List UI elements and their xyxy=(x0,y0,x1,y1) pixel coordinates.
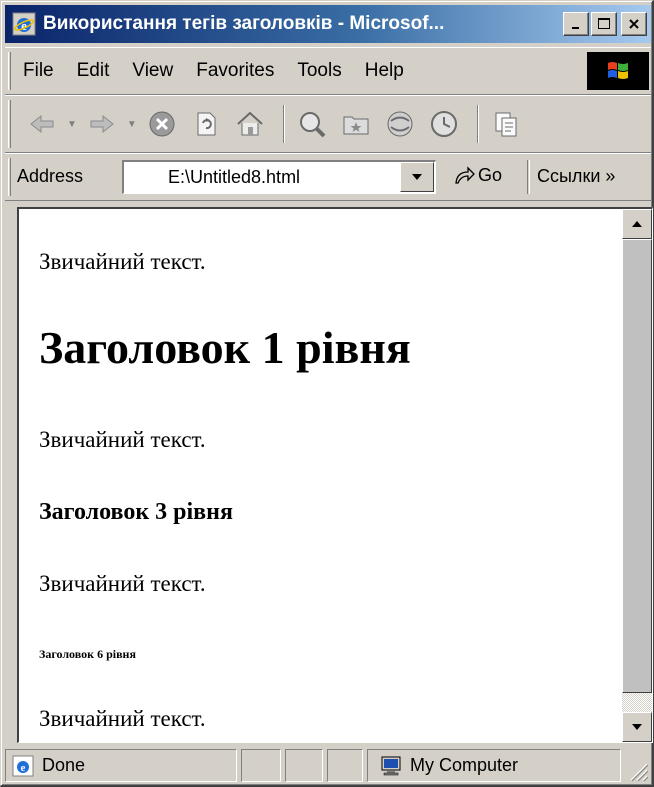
scrollbar-thumb[interactable] xyxy=(622,239,652,693)
menu-bar: File Edit View Favorites Tools Help xyxy=(5,47,651,95)
refresh-icon[interactable] xyxy=(187,105,225,143)
status-panel: e Done xyxy=(5,749,237,782)
address-bar: Address E:\Untitled8.html Go Ссылки » xyxy=(5,153,651,201)
scroll-down-button[interactable] xyxy=(622,712,652,742)
search-icon[interactable] xyxy=(293,105,331,143)
minimize-icon xyxy=(572,27,579,29)
links-button[interactable]: Ссылки » xyxy=(537,166,615,187)
forward-icon[interactable] xyxy=(83,105,121,143)
address-dropdown-button[interactable] xyxy=(400,162,434,192)
go-button[interactable]: Go xyxy=(453,165,502,186)
address-value: E:\Untitled8.html xyxy=(168,167,301,187)
vertical-scrollbar[interactable] xyxy=(622,209,652,742)
heading-level-1: Заголовок 1 рівня xyxy=(39,322,411,373)
toolbar-separator xyxy=(476,105,479,143)
toolbar-grip[interactable] xyxy=(8,100,11,148)
ie-page-icon: e xyxy=(12,755,34,776)
menu-tools[interactable]: Tools xyxy=(297,60,341,82)
scroll-up-button[interactable] xyxy=(622,209,652,239)
zone-text: My Computer xyxy=(410,755,519,775)
stop-icon[interactable] xyxy=(143,105,181,143)
toolbar-grip[interactable] xyxy=(8,158,11,196)
menu-favorites[interactable]: Favorites xyxy=(196,60,274,82)
svg-text:e: e xyxy=(21,762,26,774)
heading-level-6: Заголовок 6 рівня xyxy=(39,647,136,661)
back-dropdown-icon[interactable]: ▼ xyxy=(67,119,77,130)
resize-grip-icon[interactable] xyxy=(623,756,649,782)
paragraph: Звичайний текст. xyxy=(39,249,206,274)
maximize-button[interactable] xyxy=(591,12,617,36)
menu-view[interactable]: View xyxy=(132,60,173,82)
address-label: Address xyxy=(17,166,84,186)
go-label: Go xyxy=(478,165,503,185)
paragraph: Звичайний текст. xyxy=(39,427,206,452)
favorites-icon[interactable] xyxy=(337,105,375,143)
windows-logo-icon xyxy=(587,52,649,90)
paragraph: Звичайний текст. xyxy=(39,571,206,596)
title-bar[interactable]: e Використання тегів заголовків - Micros… xyxy=(5,5,651,43)
links-separator xyxy=(527,160,530,194)
window-title: Використання тегів заголовків - Microsof… xyxy=(43,13,445,34)
status-panel-empty xyxy=(327,749,363,782)
home-icon[interactable] xyxy=(231,105,269,143)
forward-dropdown-icon[interactable]: ▼ xyxy=(127,119,137,130)
toolbar-grip[interactable] xyxy=(8,52,11,90)
heading-level-3: Заголовок 3 рівня xyxy=(39,499,233,525)
page-icon[interactable] xyxy=(487,105,525,143)
status-bar: e Done My Computer xyxy=(5,747,651,784)
status-text: Done xyxy=(42,755,86,775)
menu-help[interactable]: Help xyxy=(365,60,404,82)
arrow-up-icon xyxy=(632,221,642,227)
security-zone-panel: My Computer xyxy=(367,749,621,782)
chevron-down-icon xyxy=(412,174,422,180)
go-arrow-icon xyxy=(455,165,475,184)
status-panel-empty xyxy=(241,749,281,782)
minimize-button[interactable] xyxy=(563,12,589,36)
arrow-down-icon xyxy=(632,724,642,730)
history-icon[interactable] xyxy=(425,105,463,143)
page-content: Звичайний текст. Заголовок 1 рівня Звича… xyxy=(17,207,653,743)
status-panel-empty xyxy=(285,749,323,782)
computer-icon xyxy=(381,756,401,775)
close-button[interactable] xyxy=(621,12,647,36)
paragraph: Звичайний текст. xyxy=(39,706,206,731)
close-icon xyxy=(629,19,639,29)
standard-toolbar: ▼ ▼ xyxy=(5,95,651,153)
scrollbar-track[interactable] xyxy=(622,693,652,712)
address-input[interactable]: E:\Untitled8.html xyxy=(122,160,436,194)
browser-window: e Використання тегів заголовків - Micros… xyxy=(0,0,654,787)
ie-logo-icon: e xyxy=(11,11,37,37)
menu-edit[interactable]: Edit xyxy=(77,60,110,82)
back-icon[interactable] xyxy=(23,105,61,143)
toolbar-separator xyxy=(282,105,285,143)
menu-file[interactable]: File xyxy=(23,60,54,82)
media-icon[interactable] xyxy=(381,105,419,143)
maximize-icon xyxy=(598,18,610,29)
